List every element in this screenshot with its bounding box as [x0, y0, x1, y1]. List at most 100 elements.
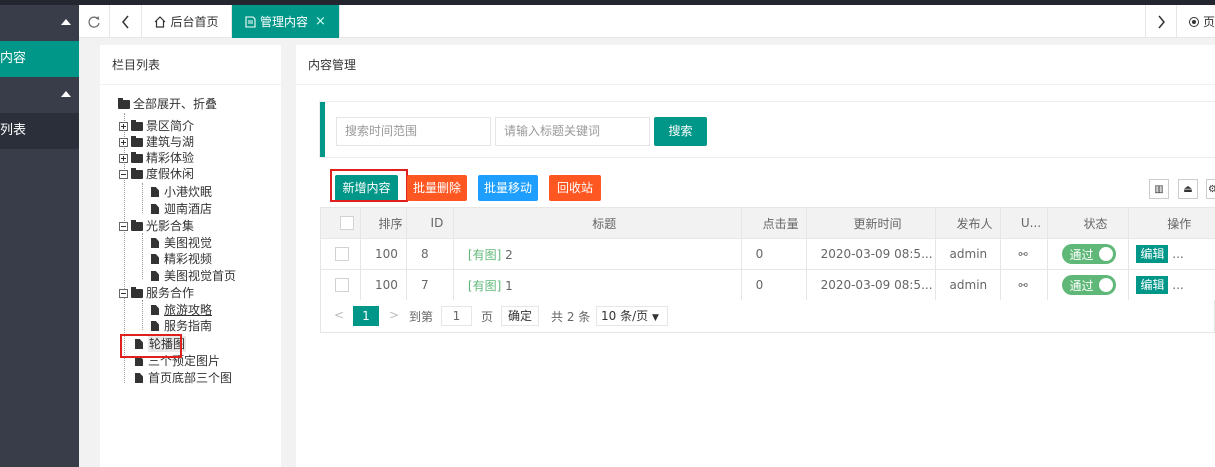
tree-root[interactable]: 全部展开、折叠 [118, 96, 217, 112]
refresh-button[interactable] [79, 5, 110, 38]
edit-button[interactable]: 编辑 [1136, 276, 1169, 294]
tab-home[interactable]: 后台首页 [142, 5, 232, 38]
tree-node-label: 精彩视频 [164, 252, 213, 266]
tree-node[interactable]: 服务合作 [119, 285, 194, 301]
tree-node-label: 美图视觉 [164, 236, 213, 250]
content-panel-title: 内容管理 [296, 45, 1215, 85]
keyword-input[interactable]: 请输入标题关键词 [495, 117, 650, 146]
col-updated[interactable]: 更新时间 [805, 207, 936, 239]
file-icon [151, 305, 159, 315]
tree-leaf[interactable]: 精彩视频 [151, 251, 212, 267]
row-select-cell[interactable] [320, 238, 361, 270]
tree-leaf[interactable]: 美图视觉首页 [151, 268, 236, 284]
tree-leaf[interactable]: 服务指南 [151, 318, 212, 334]
export-icon[interactable]: ⏏ [1178, 179, 1198, 199]
status-switch[interactable]: 通过 [1062, 275, 1117, 295]
col-url[interactable]: U... [999, 207, 1049, 239]
tree-node-label: 迦南酒店 [164, 202, 213, 216]
row-checkbox[interactable] [335, 278, 349, 293]
category-panel-title: 栏目列表 [100, 45, 281, 85]
tree-leaf[interactable]: 旅游攻略 [151, 302, 212, 318]
tree-node[interactable]: 建筑与湖 [119, 134, 194, 150]
print-icon[interactable]: ⚙ [1206, 179, 1215, 199]
col-order[interactable]: 排序 [359, 207, 407, 239]
col-author[interactable]: 发布人 [934, 207, 1001, 239]
tree-node[interactable]: 度假休闲 [119, 166, 194, 182]
expand-icon[interactable] [119, 137, 128, 147]
sidebar-item-content[interactable]: 内容 [0, 41, 79, 77]
file-icon [151, 187, 159, 197]
tree-leaf[interactable]: 美图视觉 [151, 235, 212, 251]
col-title[interactable]: 标题 [452, 207, 742, 239]
next-page-icon[interactable]: > [389, 308, 399, 322]
close-icon[interactable]: × [315, 14, 326, 29]
collapse-icon[interactable] [119, 288, 128, 298]
status-switch[interactable]: 通过 [1062, 244, 1117, 264]
tree-guide [142, 183, 143, 213]
image-tag: [有图] [467, 278, 502, 293]
row-checkbox[interactable] [335, 247, 349, 262]
tree-node-label: 首页底部三个图 [148, 371, 233, 385]
tree-node[interactable]: 光影合集 [119, 218, 194, 234]
prev-page-icon[interactable]: < [334, 308, 344, 322]
page-operations-label: 页 [1202, 15, 1215, 29]
tree-node-label: 精彩体验 [146, 151, 195, 165]
tree-leaf[interactable]: 首页底部三个图 [135, 370, 232, 386]
cell-url[interactable]: ⚯ [999, 238, 1049, 270]
expand-icon[interactable] [119, 153, 128, 163]
row-select-cell[interactable] [320, 269, 361, 301]
sidebar-item-list[interactable]: 列表 [0, 113, 79, 149]
link-icon[interactable]: ⚯ [1019, 248, 1028, 261]
select-all-cell[interactable] [320, 207, 361, 239]
tree-leaf[interactable]: 迦南酒店 [151, 201, 212, 217]
sidebar-group-header[interactable] [0, 5, 79, 40]
tree-node-label: 景区简介 [146, 119, 195, 133]
goto-page-input[interactable]: 1 [441, 306, 472, 326]
file-icon [151, 204, 159, 214]
col-id[interactable]: ID [405, 207, 454, 239]
page-operations[interactable]: 页 [1177, 5, 1215, 38]
link-icon[interactable]: ⚯ [1019, 279, 1028, 292]
tree-leaf[interactable]: 小港炊眠 [151, 184, 212, 200]
batch-move-button[interactable]: 批量移动 [478, 175, 538, 201]
cell-author: admin [934, 269, 1001, 301]
folder-icon [131, 151, 143, 163]
col-hits[interactable]: 点击量 [740, 207, 807, 239]
columns-icon[interactable]: ▥ [1149, 179, 1169, 199]
tab-prev-button[interactable] [110, 5, 142, 38]
cell-title[interactable]: [有图] 1 [452, 269, 742, 301]
col-actions[interactable]: 操作 [1128, 207, 1215, 239]
highlight-box [330, 169, 408, 202]
more-actions[interactable]: ... [1172, 278, 1183, 292]
tree-node-label: 旅游攻略 [164, 303, 213, 317]
date-range-input[interactable]: 搜索时间范围 [336, 117, 491, 146]
search-button[interactable]: 搜索 [654, 117, 707, 146]
folder-open-icon [131, 219, 143, 231]
page-current[interactable]: 1 [353, 306, 379, 326]
more-actions[interactable]: ... [1172, 247, 1183, 261]
tree-node[interactable]: 景区简介 [119, 118, 194, 134]
folder-open-icon [118, 97, 130, 109]
col-status[interactable]: 状态 [1047, 207, 1130, 239]
caret-up-icon [61, 19, 71, 25]
sidebar-group-header-2[interactable] [0, 77, 79, 113]
edit-button[interactable]: 编辑 [1136, 245, 1169, 263]
recycle-bin-button[interactable]: 回收站 [549, 175, 601, 201]
tree-node[interactable]: 精彩体验 [119, 150, 194, 166]
tab-next-button[interactable] [1145, 5, 1177, 38]
cell-author: admin [934, 238, 1001, 270]
cell-title[interactable]: [有图] 2 [452, 238, 742, 270]
goto-confirm-button[interactable]: 确定 [501, 306, 539, 326]
page-size-select[interactable]: 10 条/页 ▼ [596, 306, 668, 326]
collapse-icon[interactable] [119, 169, 128, 179]
switch-knob [1099, 247, 1114, 261]
select-all-checkbox[interactable] [340, 216, 355, 231]
expand-icon[interactable] [119, 121, 128, 131]
tab-manage-content[interactable]: 管理内容 × [232, 5, 340, 38]
cell-url[interactable]: ⚯ [999, 269, 1049, 301]
collapse-icon[interactable] [119, 221, 128, 231]
batch-delete-button[interactable]: 批量删除 [407, 175, 467, 201]
cell-actions: 编辑 ... [1128, 269, 1215, 301]
file-icon [151, 254, 159, 264]
cell-order: 100 [359, 238, 407, 270]
